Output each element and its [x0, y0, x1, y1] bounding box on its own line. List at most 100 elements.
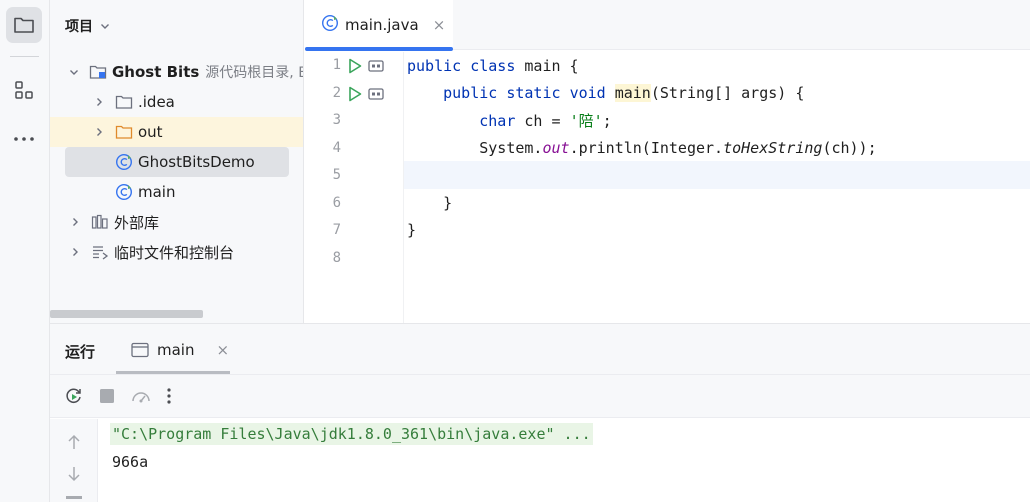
bookmark-icon[interactable]: [368, 88, 384, 100]
line-number: 8: [332, 250, 341, 266]
line-number: 6: [332, 195, 341, 211]
run-tab-label: main: [157, 341, 195, 359]
code-line-3: char ch = '陪';: [407, 108, 612, 135]
java-class-icon: [115, 183, 133, 201]
code-text: main {: [515, 57, 579, 75]
code-text: ;: [602, 112, 612, 130]
code-text: .println(Integer.: [569, 139, 724, 157]
code-editor[interactable]: public class main { public static void m…: [405, 52, 1030, 323]
run-toolbar: [50, 375, 1030, 418]
bookmark-icon[interactable]: [368, 60, 384, 72]
run-panel-header: 运行 main ×: [50, 323, 1030, 375]
code-line-1: public class main {: [407, 53, 579, 80]
profiler-icon[interactable]: [130, 386, 152, 406]
code-line-4: System.out.println(Integer.toHexString(c…: [407, 135, 877, 162]
tree-item-ghostbitsdemo[interactable]: GhostBitsDemo: [65, 147, 289, 177]
horizontal-scrollbar[interactable]: [50, 310, 203, 318]
more-tools-button[interactable]: [6, 121, 42, 157]
code-text: ch =: [515, 112, 570, 130]
tree-item-label: GhostBitsDemo: [138, 153, 255, 171]
project-tool-button[interactable]: [6, 7, 42, 43]
line-number: 3: [332, 112, 341, 128]
java-class-icon: [321, 14, 339, 36]
chevron-right-icon[interactable]: [92, 95, 106, 109]
console-command-line: "C:\Program Files\Java\jdk1.8.0_361\bin\…: [110, 423, 593, 445]
tree-item-label: .idea: [138, 93, 175, 111]
tree-item-idea[interactable]: .idea: [50, 87, 303, 117]
tool-window-strip: [0, 0, 50, 502]
tree-item-ghost-bits[interactable]: Ghost Bits 源代码根目录, E: [50, 57, 304, 87]
console-icon: [131, 342, 149, 358]
strip-separator: [10, 56, 39, 57]
project-panel: 项目 Ghost Bits 源代码根目录, E .idea out GhostB…: [50, 0, 304, 323]
code-text: }: [443, 194, 453, 212]
keyword: char: [479, 112, 516, 130]
stop-icon[interactable]: [98, 387, 116, 405]
chevron-right-icon[interactable]: [68, 215, 82, 229]
code-text: (ch));: [822, 139, 877, 157]
run-icon[interactable]: [347, 57, 363, 75]
console-output[interactable]: "C:\Program Files\Java\jdk1.8.0_361\bin\…: [100, 419, 1030, 502]
editor-tab-bar: main.java ×: [305, 0, 1030, 51]
tab-main-java[interactable]: main.java ×: [305, 0, 453, 51]
active-tab-indicator: [305, 47, 453, 51]
module-folder-icon: [89, 63, 107, 81]
tree-item-out[interactable]: out: [50, 117, 303, 147]
method-name: main: [614, 84, 651, 102]
active-run-tab-indicator: [116, 371, 230, 374]
run-tab-main[interactable]: main ×: [116, 324, 230, 376]
folder-icon: [115, 93, 133, 111]
line-number: 1: [332, 57, 341, 73]
close-icon[interactable]: ×: [433, 16, 446, 34]
tree-item-label: main: [138, 183, 176, 201]
run-panel-title: 运行: [65, 343, 96, 361]
tab-label: main.java: [345, 16, 419, 34]
chevron-down-icon[interactable]: [68, 65, 80, 79]
line-number: 5: [332, 167, 341, 183]
chevron-right-icon[interactable]: [92, 125, 106, 139]
chevron-down-icon: [101, 24, 109, 29]
project-panel-title[interactable]: 项目: [65, 16, 111, 36]
code-line-2: public static void main(String[] args) {: [407, 80, 804, 107]
tree-item-external-libraries[interactable]: 外部库: [50, 207, 303, 237]
string-literal: '陪': [569, 112, 603, 130]
folder-icon: [14, 17, 34, 33]
soft-wrap-icon[interactable]: [66, 496, 82, 499]
library-icon: [91, 213, 109, 231]
tree-item-scratches[interactable]: 临时文件和控制台: [50, 237, 303, 267]
arrow-up-icon[interactable]: [66, 433, 82, 451]
tree-item-label: 外部库: [114, 213, 160, 232]
keyword: class: [470, 57, 516, 75]
code-text: System.: [479, 139, 543, 157]
chevron-right-icon[interactable]: [68, 245, 82, 259]
structure-tool-button[interactable]: [6, 72, 42, 108]
tree-item-label: out: [138, 123, 163, 141]
structure-icon: [15, 81, 33, 99]
keyword: public: [443, 84, 498, 102]
tree-item-main[interactable]: main: [50, 177, 303, 207]
keyword: void: [569, 84, 606, 102]
code-line-7: }: [407, 217, 416, 244]
static-field: out: [542, 139, 570, 157]
run-icon[interactable]: [347, 85, 363, 103]
tree-item-sublabel: 源代码根目录, E: [205, 65, 304, 81]
static-method: toHexString: [723, 139, 823, 157]
gutter-run-line-2: [347, 85, 384, 103]
more-dots-icon: [14, 137, 34, 141]
close-icon[interactable]: ×: [216, 341, 229, 359]
folder-icon: [115, 123, 133, 141]
line-number: 4: [332, 140, 341, 156]
line-number: 2: [332, 85, 341, 101]
console-output-line: 966a: [112, 453, 149, 471]
gutter-run-line-1: [347, 57, 384, 75]
code-text: (String[] args) {: [650, 84, 805, 102]
tree-item-label: Ghost Bits: [112, 63, 200, 81]
project-title-label: 项目: [65, 19, 93, 35]
scratch-icon: [91, 243, 109, 261]
more-vertical-icon[interactable]: [166, 387, 172, 405]
keyword: public: [407, 57, 462, 75]
rerun-icon[interactable]: [64, 386, 84, 406]
arrow-down-icon[interactable]: [66, 465, 82, 483]
line-number: 7: [332, 222, 341, 238]
java-class-icon: [115, 153, 133, 171]
